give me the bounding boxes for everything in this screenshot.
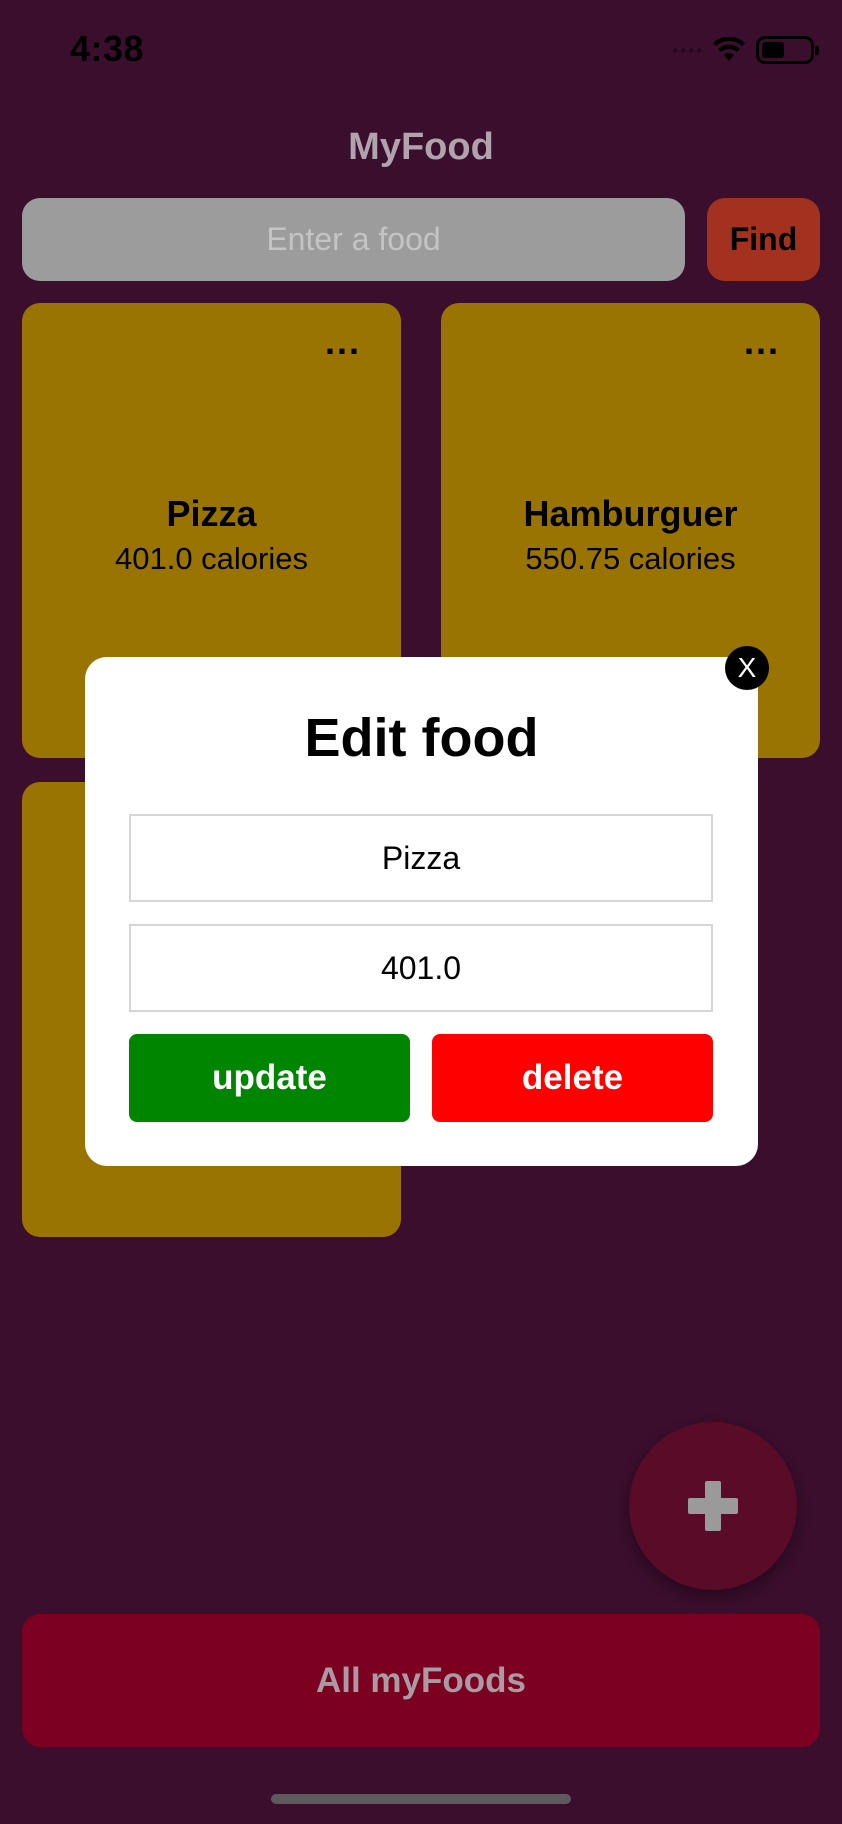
update-button[interactable]: update [129, 1034, 410, 1122]
food-calories: 550.75 calories [525, 541, 736, 576]
food-name: Pizza [166, 493, 257, 534]
home-indicator[interactable] [271, 1794, 571, 1804]
modal-title: Edit food [304, 708, 539, 768]
status-icons [673, 36, 819, 64]
all-myfoods-button[interactable]: All myFoods [22, 1614, 820, 1747]
food-card-text: Pizza 401.0 calories [22, 493, 401, 577]
delete-button[interactable]: delete [432, 1034, 713, 1122]
close-modal-button[interactable]: X [725, 646, 769, 690]
status-time: 4:38 [70, 28, 145, 69]
search-input[interactable] [22, 198, 685, 281]
more-options-icon[interactable]: ... [744, 321, 780, 363]
food-calories-field[interactable] [129, 924, 713, 1012]
more-options-icon[interactable]: ... [325, 321, 361, 363]
plus-icon [688, 1481, 738, 1531]
food-card-text: Hamburguer 550.75 calories [441, 493, 820, 577]
battery-icon [756, 36, 819, 64]
food-calories: 401.0 calories [114, 541, 308, 576]
signal-icon [673, 47, 702, 53]
find-button[interactable]: Find [707, 198, 820, 281]
edit-food-modal: Edit food update delete [85, 657, 758, 1166]
food-name-field[interactable] [129, 814, 713, 902]
add-food-button[interactable] [629, 1422, 797, 1590]
food-name: Hamburguer [523, 493, 738, 534]
wifi-icon [713, 37, 745, 61]
app-title: MyFood [348, 126, 494, 168]
